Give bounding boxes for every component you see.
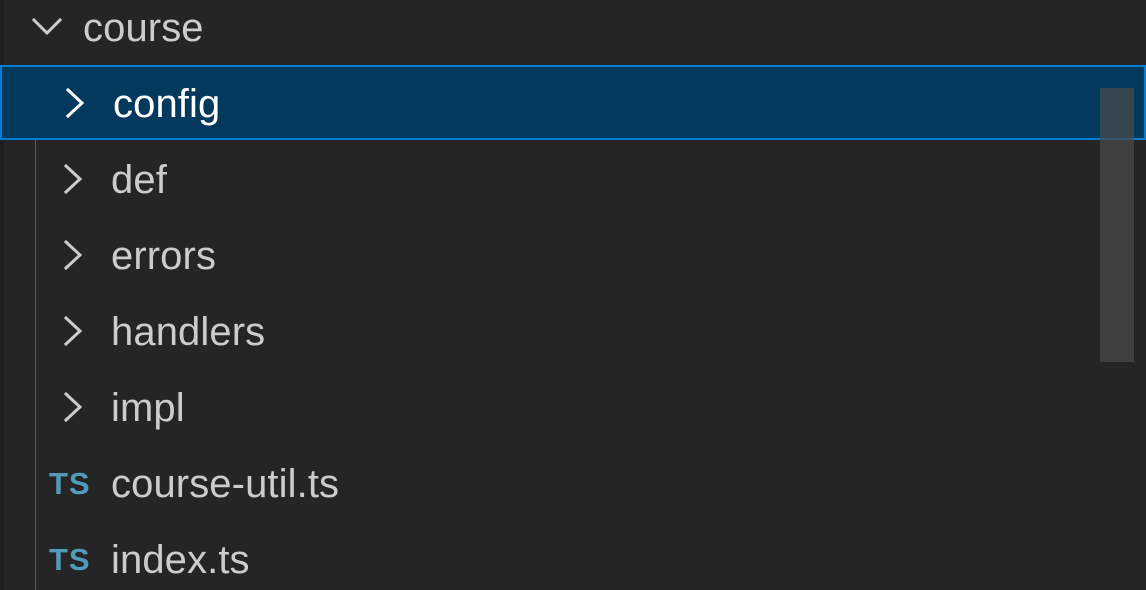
file-label: course-util.ts	[111, 462, 340, 506]
file-row-index-ts[interactable]: TS index.ts	[0, 521, 1146, 590]
chevron-right-icon[interactable]	[56, 390, 90, 424]
typescript-file-icon: TS	[49, 466, 91, 501]
vertical-scrollbar[interactable]	[1100, 88, 1134, 362]
typescript-file-icon: TS	[49, 542, 91, 577]
folder-label: impl	[111, 386, 185, 430]
chevron-right-icon[interactable]	[56, 162, 90, 196]
chevron-right-icon[interactable]	[56, 314, 90, 348]
chevron-right-icon[interactable]	[58, 86, 92, 120]
folder-row-course[interactable]: course	[0, 0, 1146, 66]
folder-row-impl[interactable]: impl	[0, 369, 1146, 445]
folder-label: config	[113, 82, 221, 126]
chevron-right-icon[interactable]	[56, 238, 90, 272]
folder-label: def	[111, 158, 167, 202]
folder-label: handlers	[111, 310, 266, 354]
folder-row-config[interactable]: config	[0, 65, 1146, 140]
folder-label: errors	[111, 234, 217, 278]
folder-row-handlers[interactable]: handlers	[0, 293, 1146, 369]
folder-row-errors[interactable]: errors	[0, 217, 1146, 293]
folder-label: course	[83, 6, 204, 50]
file-explorer: course config def errors handlers impl T…	[0, 0, 1146, 590]
file-row-course-util-ts[interactable]: TS course-util.ts	[0, 445, 1146, 521]
chevron-down-icon[interactable]	[30, 10, 64, 44]
folder-row-def[interactable]: def	[0, 141, 1146, 217]
file-label: index.ts	[111, 538, 250, 582]
